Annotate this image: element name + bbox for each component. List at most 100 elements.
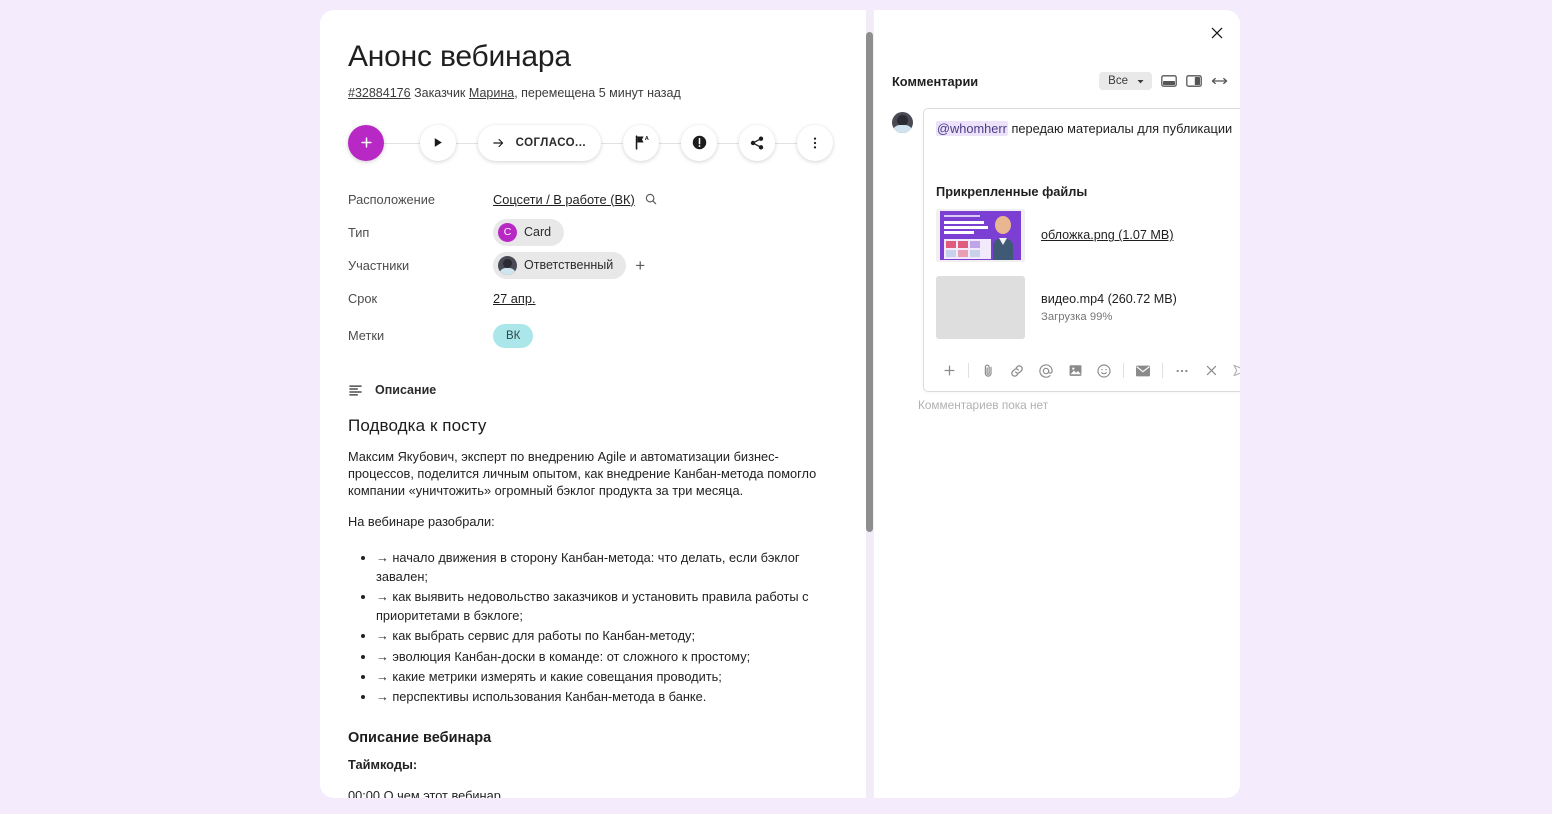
type-chip-letter: C (498, 222, 517, 242)
task-card: Анонс вебинара #32884176 Заказчик Марина… (320, 10, 873, 798)
list-item: → начало движения в сторону Канбан-метод… (376, 548, 833, 586)
attachment-thumbnail-placeholder[interactable] (936, 275, 1025, 339)
chevron-down-icon (1137, 79, 1144, 83)
more-actions-button[interactable] (797, 124, 833, 161)
deadline-link[interactable]: 27 апр. (493, 291, 536, 306)
attachment-name: видео.mp4 (260.72 MB) (1041, 291, 1177, 306)
close-button[interactable] (1204, 20, 1230, 46)
page-title: Анонс вебинара (348, 40, 571, 73)
attachments-title: Прикрепленные файлы (936, 183, 1088, 199)
customer-label-text: Заказчик (414, 85, 466, 100)
attachment-name-link[interactable]: обложка.png (1.07 MB) (1041, 228, 1174, 242)
more-vertical-icon (813, 137, 817, 148)
property-row-tags: Метки ВК (348, 315, 833, 357)
description-paragraph-2: На вебинаре разобрали: (348, 513, 495, 529)
avatar (498, 255, 517, 275)
comments-filter-select[interactable]: Все (1099, 72, 1152, 90)
envelope-icon[interactable] (1130, 359, 1156, 383)
emoji-icon[interactable] (1091, 359, 1117, 383)
type-chip[interactable]: C Card (493, 218, 565, 246)
mention-token: @whomherr (936, 121, 1008, 136)
flag-auto-icon: A (635, 135, 648, 150)
description-heading-1: Подводка к посту (348, 415, 487, 435)
scrollbar-thumb[interactable] (866, 32, 873, 532)
scrollbar-track[interactable] (866, 10, 873, 798)
start-button[interactable] (419, 124, 456, 161)
search-icon[interactable] (644, 192, 658, 206)
play-icon (434, 138, 442, 147)
property-row-participants: Участники Ответственный + (348, 249, 833, 282)
comments-filter-label: Все (1108, 75, 1128, 87)
task-scroll-region[interactable]: Анонс вебинара #32884176 Заказчик Марина… (320, 10, 873, 798)
add-participant-button[interactable]: + (635, 257, 645, 274)
timecodes-label: Таймкоды: (348, 757, 418, 773)
type-chip-label: Card (524, 225, 552, 239)
svg-text:A: A (644, 136, 648, 142)
expand-horizontal-icon[interactable] (1211, 75, 1228, 87)
participant-chip[interactable]: Ответственный (493, 251, 627, 279)
comment-text: передаю материалы для публикации (1007, 121, 1233, 136)
workflow-toolbar: СОГЛАСО... A (348, 119, 833, 167)
priority-button[interactable] (681, 124, 717, 161)
approve-button-label: СОГЛАСО... (515, 136, 586, 149)
comments-header: Комментарии Все (892, 72, 1228, 90)
customer-name-link[interactable]: Марина (469, 86, 514, 100)
status-badge[interactable]: ВК (493, 323, 534, 348)
paperclip-icon[interactable] (975, 359, 1001, 383)
share-button[interactable] (739, 124, 775, 161)
approve-button[interactable]: СОГЛАСО... (477, 124, 601, 161)
plus-icon[interactable] (936, 359, 962, 383)
layout-bottom-icon[interactable] (1161, 74, 1177, 88)
participant-chip-label: Ответственный (524, 258, 614, 272)
task-id-link[interactable]: #32884176 (348, 86, 411, 100)
task-status-text: , перемещена 5 минут назад (514, 85, 681, 100)
description-paragraph-1: Максим Якубович, эксперт по внедрению Ag… (348, 448, 817, 498)
attachment-thumbnail[interactable] (936, 208, 1025, 262)
property-label: Тип (348, 224, 370, 240)
send-icon[interactable] (1227, 359, 1240, 383)
comment-input[interactable]: @whomherr передаю материалы для публикац… (936, 120, 1240, 138)
arrow-right-icon (492, 138, 503, 147)
property-row-deadline: Срок 27 апр. (348, 282, 833, 315)
comment-composer-wrap: @whomherr передаю материалы для публикац… (892, 108, 1240, 392)
description-heading-2: Описание вебинара (348, 730, 492, 747)
description-icon (348, 383, 363, 398)
attachment-item: видео.mp4 (260.72 MB) Загрузка 99% (936, 275, 1240, 339)
task-meta-line: #32884176 Заказчик Марина, перемещена 5 … (348, 86, 833, 100)
avatar (892, 112, 913, 133)
property-label: Расположение (348, 191, 435, 207)
image-icon[interactable] (1062, 359, 1088, 383)
description-label: Описание (375, 383, 437, 397)
list-item: → как выявить недовольство заказчиков и … (376, 587, 833, 625)
close-icon (1211, 27, 1223, 39)
property-label: Метки (348, 328, 385, 343)
auto-action-button[interactable]: A (623, 124, 659, 161)
task-properties: Расположение Соцсети / В работе (ВК) Тип (348, 183, 833, 357)
more-horizontal-icon[interactable] (1169, 359, 1195, 383)
list-item: → какие метрики измерять и какие совещан… (376, 667, 833, 686)
description-header: Описание (348, 383, 833, 398)
close-icon[interactable] (1198, 359, 1224, 383)
attachment-upload-status: Загрузка 99% (1041, 310, 1113, 323)
location-link[interactable]: Соцсети / В работе (ВК) (493, 192, 635, 207)
attachment-item: обложка.png (1.07 MB) (936, 208, 1240, 262)
layout-side-icon[interactable] (1186, 74, 1202, 88)
property-row-type: Тип C Card (348, 216, 833, 249)
comments-title: Комментарии (892, 73, 979, 89)
exclamation-icon (692, 135, 706, 150)
share-icon (750, 135, 764, 150)
comments-empty-state: Комментариев пока нет (918, 398, 1049, 412)
mention-icon[interactable] (1033, 359, 1059, 383)
comments-tools: Все (1099, 72, 1228, 90)
list-item: → перспективы использования Канбан-метод… (376, 687, 833, 706)
description-bullet-list: → начало движения в сторону Канбан-метод… (348, 548, 833, 707)
list-item: → как выбрать сервис для работы по Канба… (376, 626, 833, 645)
comment-composer[interactable]: @whomherr передаю материалы для публикац… (923, 108, 1240, 392)
add-step-button[interactable] (348, 124, 384, 161)
description-body: Подводка к посту Максим Якубович, экспер… (348, 416, 833, 799)
timecode-item: 00:00 О чем этот вебинар (348, 788, 501, 798)
property-label: Срок (348, 290, 378, 306)
link-icon[interactable] (1004, 359, 1030, 383)
composer-toolbar (936, 353, 1240, 391)
property-label: Участники (348, 257, 410, 273)
